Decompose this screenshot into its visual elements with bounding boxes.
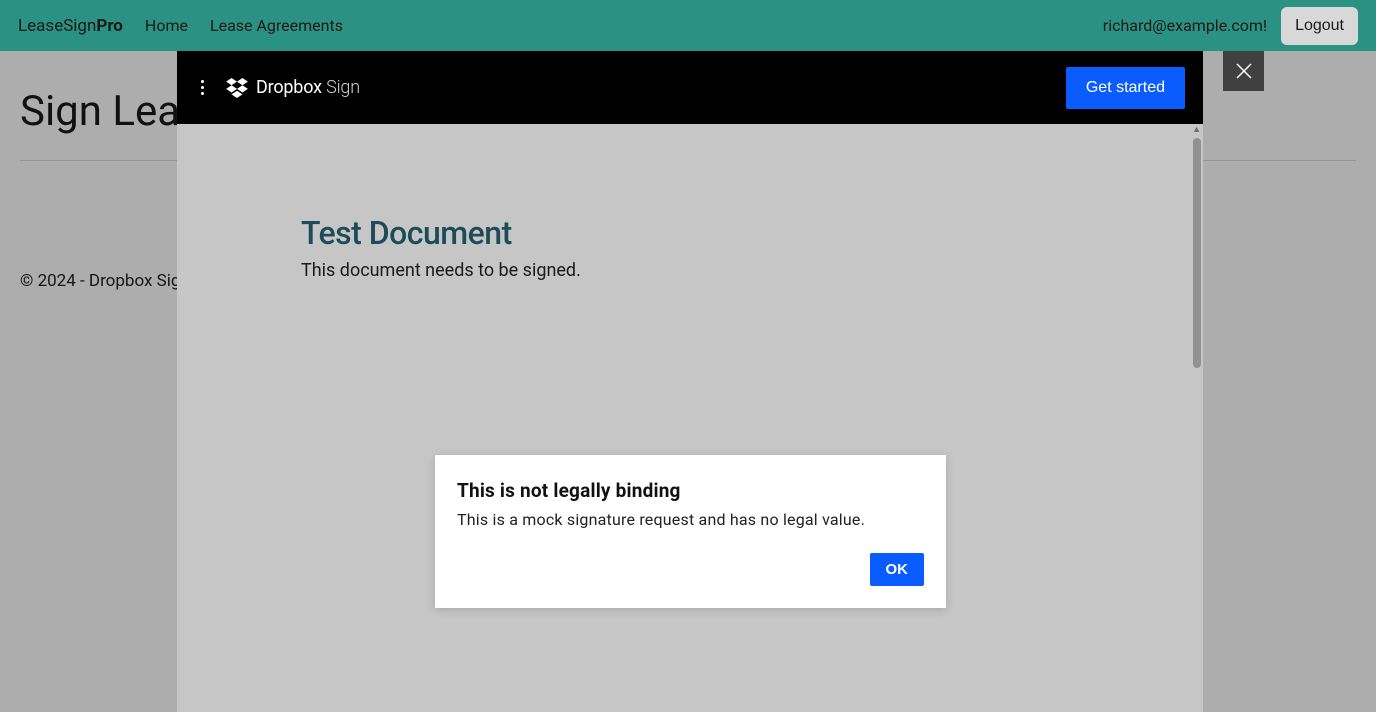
modal-header: Dropbox Sign Get started: [177, 51, 1203, 124]
dropbox-brand-sub: Sign: [326, 77, 360, 98]
scroll-up-icon[interactable]: ▲: [1192, 124, 1201, 135]
document-subtitle: This document needs to be signed.: [301, 260, 1083, 281]
document-title: Test Document: [301, 214, 1083, 252]
dropbox-sign-text: Dropbox Sign: [256, 77, 360, 98]
document-area: Test Document This document needs to be …: [177, 124, 1203, 281]
more-menu-icon[interactable]: [201, 80, 204, 95]
dropbox-brand-main: Dropbox: [256, 77, 322, 98]
brand[interactable]: LeaseSignPro: [18, 16, 123, 36]
navbar-right: richard@example.com! Logout: [1103, 7, 1358, 45]
navbar-left: LeaseSignPro Home Lease Agreements: [18, 16, 343, 36]
nav-link-home[interactable]: Home: [145, 16, 188, 35]
close-icon: [1235, 62, 1253, 80]
user-email: richard@example.com!: [1103, 16, 1267, 35]
dropbox-sign-logo: Dropbox Sign: [226, 77, 360, 98]
brand-prefix: LeaseSign: [18, 16, 96, 36]
ok-button[interactable]: OK: [870, 553, 925, 586]
scroll-thumb[interactable]: [1193, 138, 1201, 368]
get-started-button[interactable]: Get started: [1066, 67, 1185, 109]
legal-notice-title: This is not legally binding: [457, 479, 924, 502]
brand-suffix: Pro: [96, 16, 123, 36]
navbar: LeaseSignPro Home Lease Agreements richa…: [0, 0, 1376, 51]
nav-link-lease-agreements[interactable]: Lease Agreements: [210, 16, 343, 35]
logout-button[interactable]: Logout: [1281, 7, 1358, 45]
dropbox-mark-icon: [226, 78, 248, 98]
legal-notice-actions: OK: [457, 553, 924, 586]
signing-modal: Dropbox Sign Get started Test Document T…: [177, 51, 1203, 712]
modal-header-left: Dropbox Sign: [201, 77, 360, 98]
scrollbar[interactable]: ▲: [1189, 124, 1203, 712]
modal-body: Test Document This document needs to be …: [177, 124, 1203, 712]
legal-notice-dialog: This is not legally binding This is a mo…: [435, 455, 946, 608]
close-modal-button[interactable]: [1223, 51, 1264, 91]
legal-notice-body: This is a mock signature request and has…: [457, 510, 924, 529]
